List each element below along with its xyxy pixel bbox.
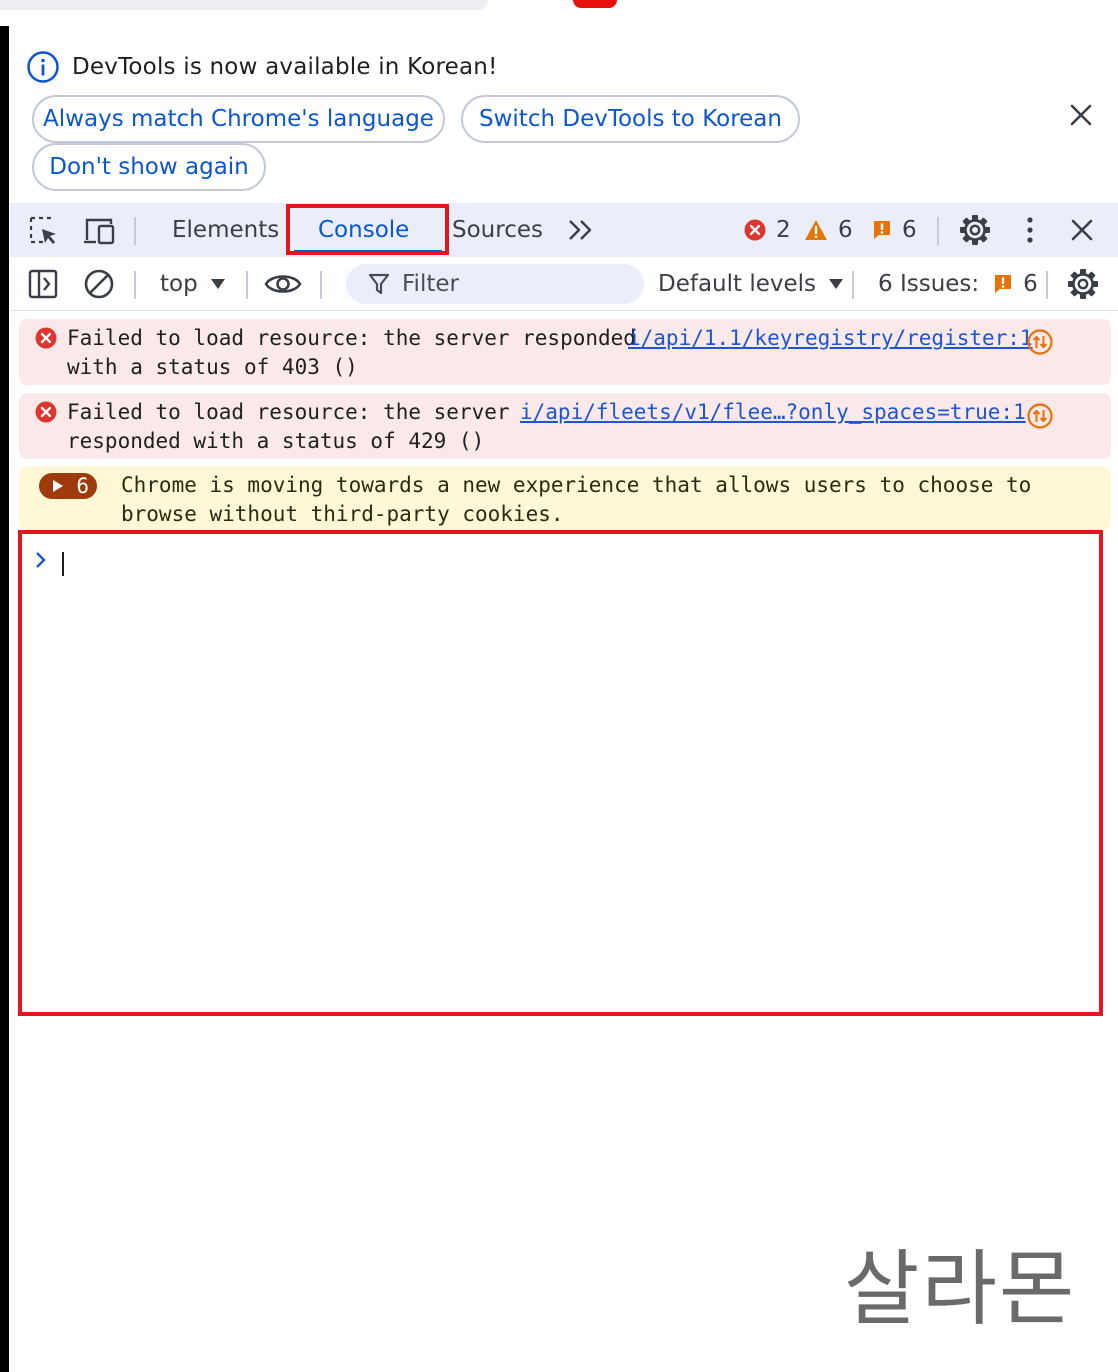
context-selector[interactable]: top bbox=[160, 257, 226, 311]
infobar-close-icon[interactable] bbox=[1064, 98, 1098, 132]
console-error-message: Failed to load resource: the server resp… bbox=[19, 319, 1111, 385]
warning-message-line-1: Chrome is moving towards a new experienc… bbox=[121, 473, 1032, 497]
repeat-count: 6 bbox=[76, 473, 89, 498]
close-devtools-icon[interactable] bbox=[1066, 214, 1098, 246]
error-message-line-1: Failed to load resource: the server resp… bbox=[67, 326, 636, 350]
toolbar-separator bbox=[134, 217, 136, 245]
console-toolbar: top Filter Default levels 6 Issues: 6 bbox=[10, 257, 1118, 311]
filter-placeholder: Filter bbox=[402, 271, 459, 297]
console-prompt-highlight-box bbox=[18, 530, 1103, 1016]
error-counter[interactable]: 2 bbox=[744, 203, 791, 257]
filter-input[interactable]: Filter bbox=[346, 264, 644, 304]
warning-message-line-2: browse without third-party cookies. bbox=[121, 502, 564, 526]
clear-console-icon[interactable] bbox=[83, 268, 115, 300]
error-icon bbox=[35, 401, 57, 423]
more-tabs-chevron-icon[interactable] bbox=[566, 217, 596, 243]
toolbar-separator bbox=[246, 271, 248, 299]
tab-elements[interactable]: Elements bbox=[172, 203, 279, 257]
issue-icon bbox=[874, 221, 890, 239]
show-sidebar-icon[interactable] bbox=[28, 269, 58, 299]
console-warning-message: 6 Chrome is moving towards a new experie… bbox=[19, 466, 1111, 530]
issue-count: 6 bbox=[902, 217, 917, 243]
toolbar-separator bbox=[320, 271, 322, 299]
error-icon bbox=[35, 327, 57, 349]
log-levels-label: Default levels bbox=[658, 271, 817, 297]
toolbar-separator bbox=[937, 217, 939, 245]
inspect-element-icon[interactable] bbox=[28, 215, 60, 247]
network-request-icon[interactable] bbox=[1027, 329, 1053, 355]
device-toolbar-icon[interactable] bbox=[82, 215, 118, 247]
watermark: 살라몬 bbox=[844, 1242, 1077, 1337]
network-request-icon[interactable] bbox=[1027, 403, 1053, 429]
warning-count: 6 bbox=[838, 217, 853, 243]
switch-to-korean-button[interactable]: Switch DevTools to Korean bbox=[461, 95, 800, 143]
filter-funnel-icon bbox=[368, 273, 390, 295]
issues-toolbar-count: 6 bbox=[1023, 271, 1038, 297]
context-selector-label: top bbox=[160, 271, 198, 297]
issues-counter[interactable]: 6 bbox=[872, 203, 917, 257]
dropdown-arrow-icon bbox=[210, 279, 225, 289]
toolbar-separator bbox=[852, 271, 854, 299]
console-tab-highlight-box bbox=[286, 204, 449, 255]
log-levels-dropdown[interactable]: Default levels bbox=[658, 257, 844, 311]
warning-counter[interactable]: 6 bbox=[804, 203, 853, 257]
language-infobar: DevTools is now available in Korean! bbox=[26, 50, 498, 84]
live-expression-eye-icon[interactable] bbox=[264, 271, 302, 297]
error-source-link[interactable]: i/api/fleets/v1/flee…?only_spaces=true:1 bbox=[520, 398, 1026, 427]
error-icon bbox=[744, 219, 766, 241]
prompt-chevron-icon bbox=[36, 552, 46, 568]
info-icon bbox=[27, 51, 59, 83]
issues-link[interactable]: 6 Issues: 6 bbox=[878, 257, 1038, 311]
expand-triangle-icon bbox=[53, 480, 63, 492]
console-error-message: Failed to load resource: the server resp… bbox=[19, 393, 1111, 459]
issue-icon bbox=[995, 275, 1012, 293]
error-message-line-2: responded with a status of 429 () bbox=[67, 429, 485, 453]
toolbar-separator bbox=[134, 271, 136, 299]
dont-show-again-button[interactable]: Don't show again bbox=[32, 143, 266, 191]
notification-badge bbox=[573, 0, 617, 8]
warning-icon bbox=[805, 220, 827, 240]
repeat-count-badge[interactable]: 6 bbox=[39, 473, 97, 499]
console-prompt-input[interactable] bbox=[62, 552, 64, 576]
browser-tab-strip bbox=[0, 0, 488, 10]
devtools-main-toolbar: Elements Console Sources 2 6 6 bbox=[10, 203, 1118, 257]
issues-label: 6 Issues: bbox=[878, 271, 980, 297]
infobar-message: DevTools is now available in Korean! bbox=[72, 54, 498, 80]
more-options-kebab-icon[interactable] bbox=[1020, 215, 1040, 245]
error-count: 2 bbox=[776, 217, 791, 243]
console-settings-gear-icon[interactable] bbox=[1066, 267, 1100, 301]
always-match-language-button[interactable]: Always match Chrome's language bbox=[32, 95, 445, 143]
error-source-link[interactable]: i/api/1.1/keyregistry/register:1 bbox=[628, 324, 1033, 353]
error-message-line-2: with a status of 403 () bbox=[67, 355, 358, 379]
tab-sources[interactable]: Sources bbox=[452, 203, 543, 257]
dropdown-arrow-icon bbox=[829, 279, 844, 289]
toolbar-separator bbox=[1046, 271, 1048, 299]
window-edge bbox=[0, 26, 9, 1372]
error-message-line-1: Failed to load resource: the server bbox=[67, 400, 510, 424]
settings-gear-icon[interactable] bbox=[958, 213, 992, 247]
